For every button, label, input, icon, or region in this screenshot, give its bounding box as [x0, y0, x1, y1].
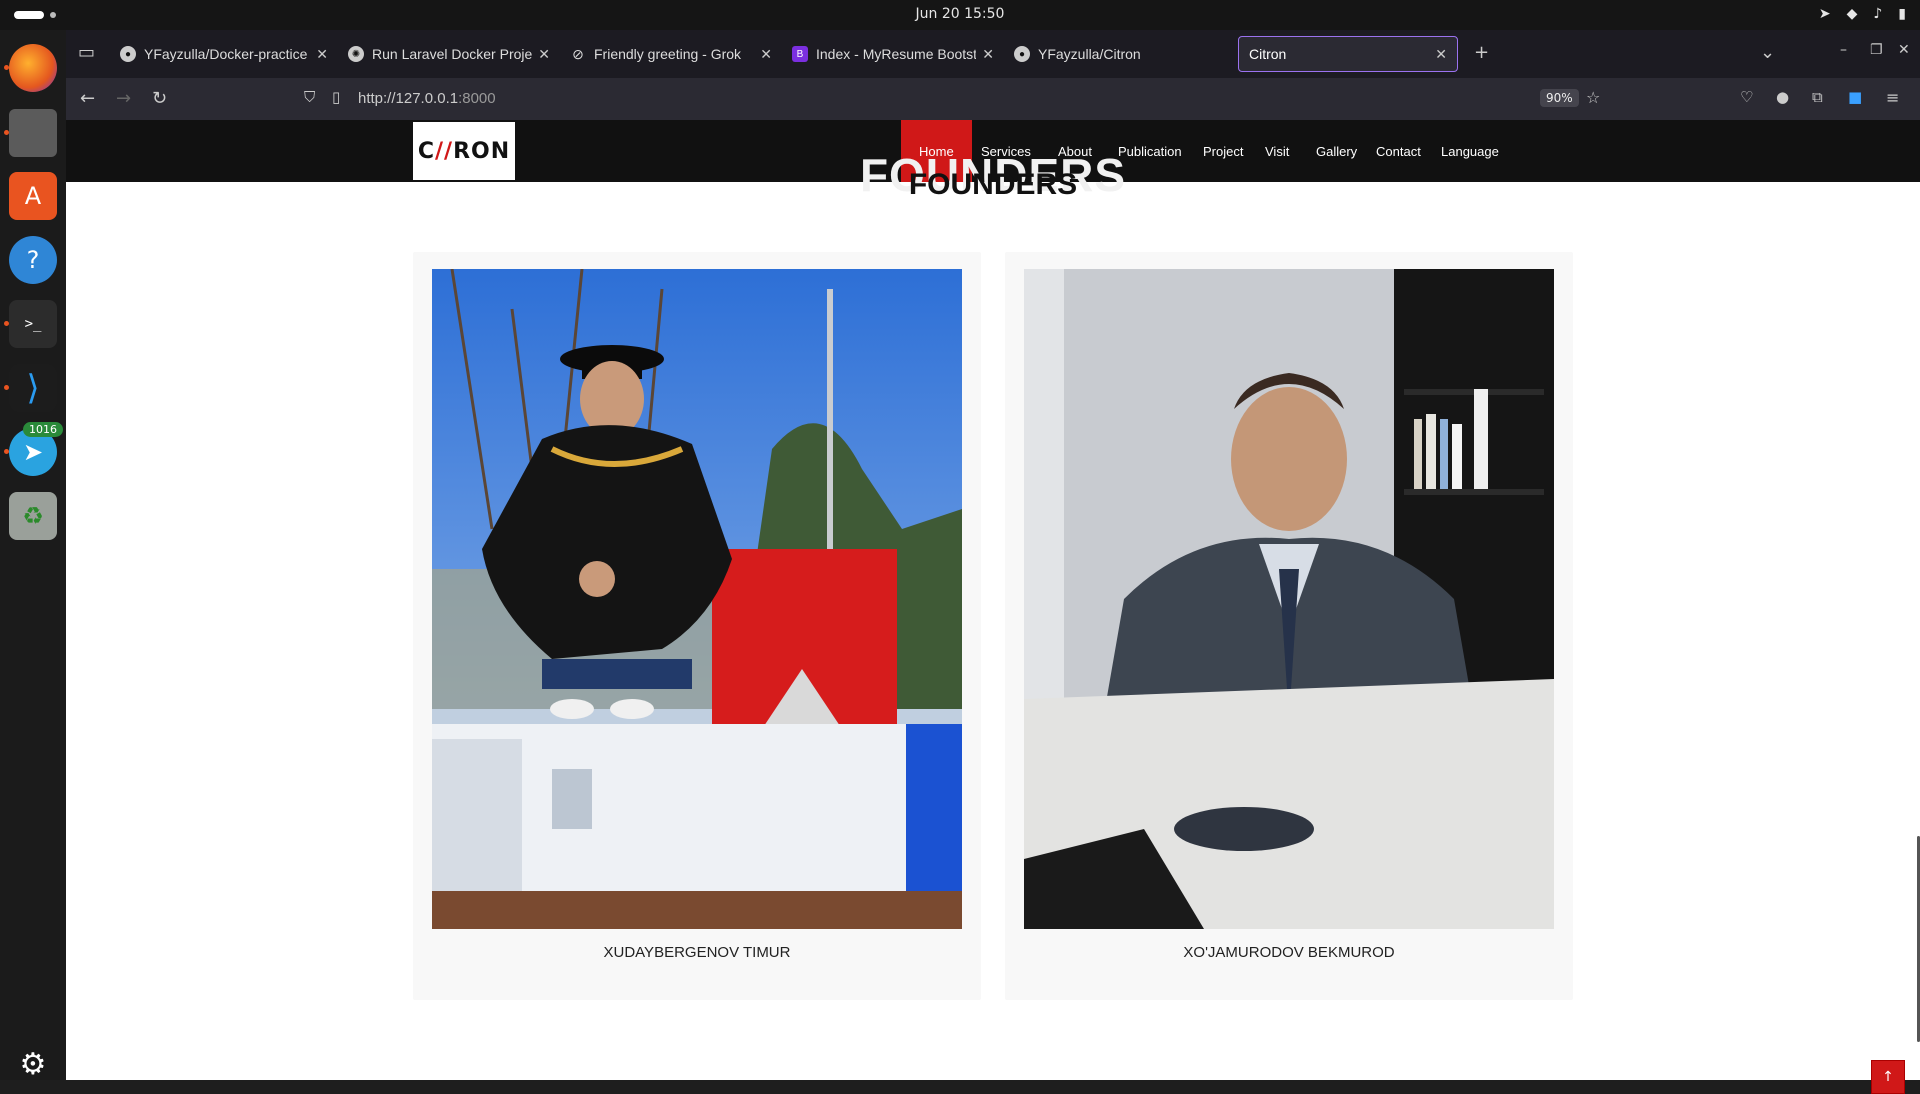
url-bar[interactable]: http://127.0.0.1:8000	[358, 90, 496, 107]
tab-citron[interactable]: Citron ✕	[1238, 36, 1458, 72]
list-tabs-icon[interactable]: ⌄	[1760, 42, 1775, 63]
vscode-icon[interactable]: ⟩	[4, 364, 57, 412]
help-icon[interactable]: ?	[9, 236, 57, 284]
founder-card: XO'JAMURODOV BEKMUROD	[1005, 252, 1573, 1000]
close-tab-icon[interactable]: ✕	[982, 46, 994, 63]
nav-toolbar: ← → ↻ ⛉ ▯ http://127.0.0.1:8000 90% ☆ ♡ …	[66, 78, 1920, 120]
back-icon[interactable]: ←	[80, 88, 95, 109]
founder-name: XO'JAMURODOV BEKMUROD	[1183, 944, 1395, 961]
tab-laravel-docker[interactable]: ✺ Run Laravel Docker Proje ✕	[338, 36, 560, 72]
tab-overview-icon[interactable]: ▭	[78, 42, 95, 63]
tab-myresume[interactable]: B Index - MyResume Bootst ✕	[782, 36, 1004, 72]
minimize-icon[interactable]: –	[1840, 42, 1847, 58]
volume-icon[interactable]: ♪	[1873, 6, 1882, 22]
telegram-tray-icon[interactable]: ➤	[1819, 6, 1831, 22]
tab-docker-practice[interactable]: ● YFayzulla/Docker-practice ✕	[110, 36, 338, 72]
shield-icon[interactable]: ⛉	[304, 88, 315, 106]
firefox-icon[interactable]	[4, 44, 57, 92]
tab-grok[interactable]: ⊘ Friendly greeting - Grok ✕	[560, 36, 782, 72]
extension-icon[interactable]: ■	[1848, 88, 1862, 106]
founder-name: XUDAYBERGENOV TIMUR	[603, 944, 791, 961]
tab-strip: ▭ ● YFayzulla/Docker-practice ✕ ✺ Run La…	[66, 30, 1920, 78]
page-icon[interactable]: ▯	[332, 88, 340, 106]
founder-photo	[432, 269, 962, 929]
grok-icon: ⊘	[572, 45, 584, 62]
bookmark-star-icon[interactable]: ☆	[1586, 88, 1600, 107]
founder-card: XUDAYBERGENOV TIMUR	[413, 252, 981, 1000]
system-top-bar: Jun 20 15:50 ➤ ◆ ♪ ▮	[0, 0, 1920, 30]
extensions-icon[interactable]: ⧉	[1812, 88, 1823, 106]
telegram-icon[interactable]: ➤ 1016	[4, 422, 63, 476]
github-icon: ●	[1014, 46, 1030, 62]
files-icon[interactable]	[4, 109, 57, 157]
wifi-icon[interactable]: ◆	[1847, 6, 1858, 22]
terminal-icon[interactable]: >_	[4, 300, 57, 348]
chatgpt-icon: ✺	[348, 46, 364, 62]
close-window-icon[interactable]: ✕	[1898, 42, 1910, 58]
close-tab-icon[interactable]: ✕	[1435, 46, 1447, 63]
close-tab-icon[interactable]: ✕	[538, 46, 550, 63]
reload-icon[interactable]: ↻	[152, 88, 167, 109]
arrow-up-icon: ↑	[1882, 1069, 1894, 1085]
restore-icon[interactable]: ❐	[1870, 42, 1883, 58]
dock: A ? >_ ⟩ ➤ 1016 ♻ ⚙	[0, 30, 66, 1082]
founder-photo	[1024, 269, 1554, 929]
account-icon[interactable]: ●	[1776, 88, 1789, 106]
app-center-icon[interactable]: A	[9, 172, 57, 220]
forward-icon[interactable]: →	[116, 88, 131, 109]
clock[interactable]: Jun 20 15:50	[0, 6, 1920, 22]
close-tab-icon[interactable]: ✕	[316, 46, 328, 63]
zoom-indicator[interactable]: 90%	[1540, 89, 1579, 107]
scroll-to-top-button[interactable]: ↑	[1871, 1060, 1905, 1094]
menu-icon[interactable]: ≡	[1886, 88, 1899, 107]
web-page: C//R O N Home Services About Publication P…	[66, 120, 1920, 1080]
trash-icon[interactable]: ♻	[9, 492, 57, 540]
founder-photo-office	[1024, 269, 1554, 929]
new-tab-icon[interactable]: +	[1474, 42, 1489, 63]
github-icon: ●	[120, 46, 136, 62]
browser-window: ▭ ● YFayzulla/Docker-practice ✕ ✺ Run La…	[66, 30, 1920, 1094]
battery-icon[interactable]: ▮	[1898, 6, 1906, 22]
section-title: FOUNDERS	[908, 168, 1078, 201]
founder-photo-graduation	[432, 269, 962, 929]
show-apps-icon[interactable]: ⚙	[9, 1040, 57, 1088]
bootstrap-icon: B	[792, 46, 808, 62]
telegram-badge: 1016	[23, 422, 63, 437]
system-tray[interactable]: ➤ ◆ ♪ ▮	[1819, 6, 1906, 22]
pocket-icon[interactable]: ♡	[1740, 88, 1753, 106]
close-tab-icon[interactable]: ✕	[760, 46, 772, 63]
